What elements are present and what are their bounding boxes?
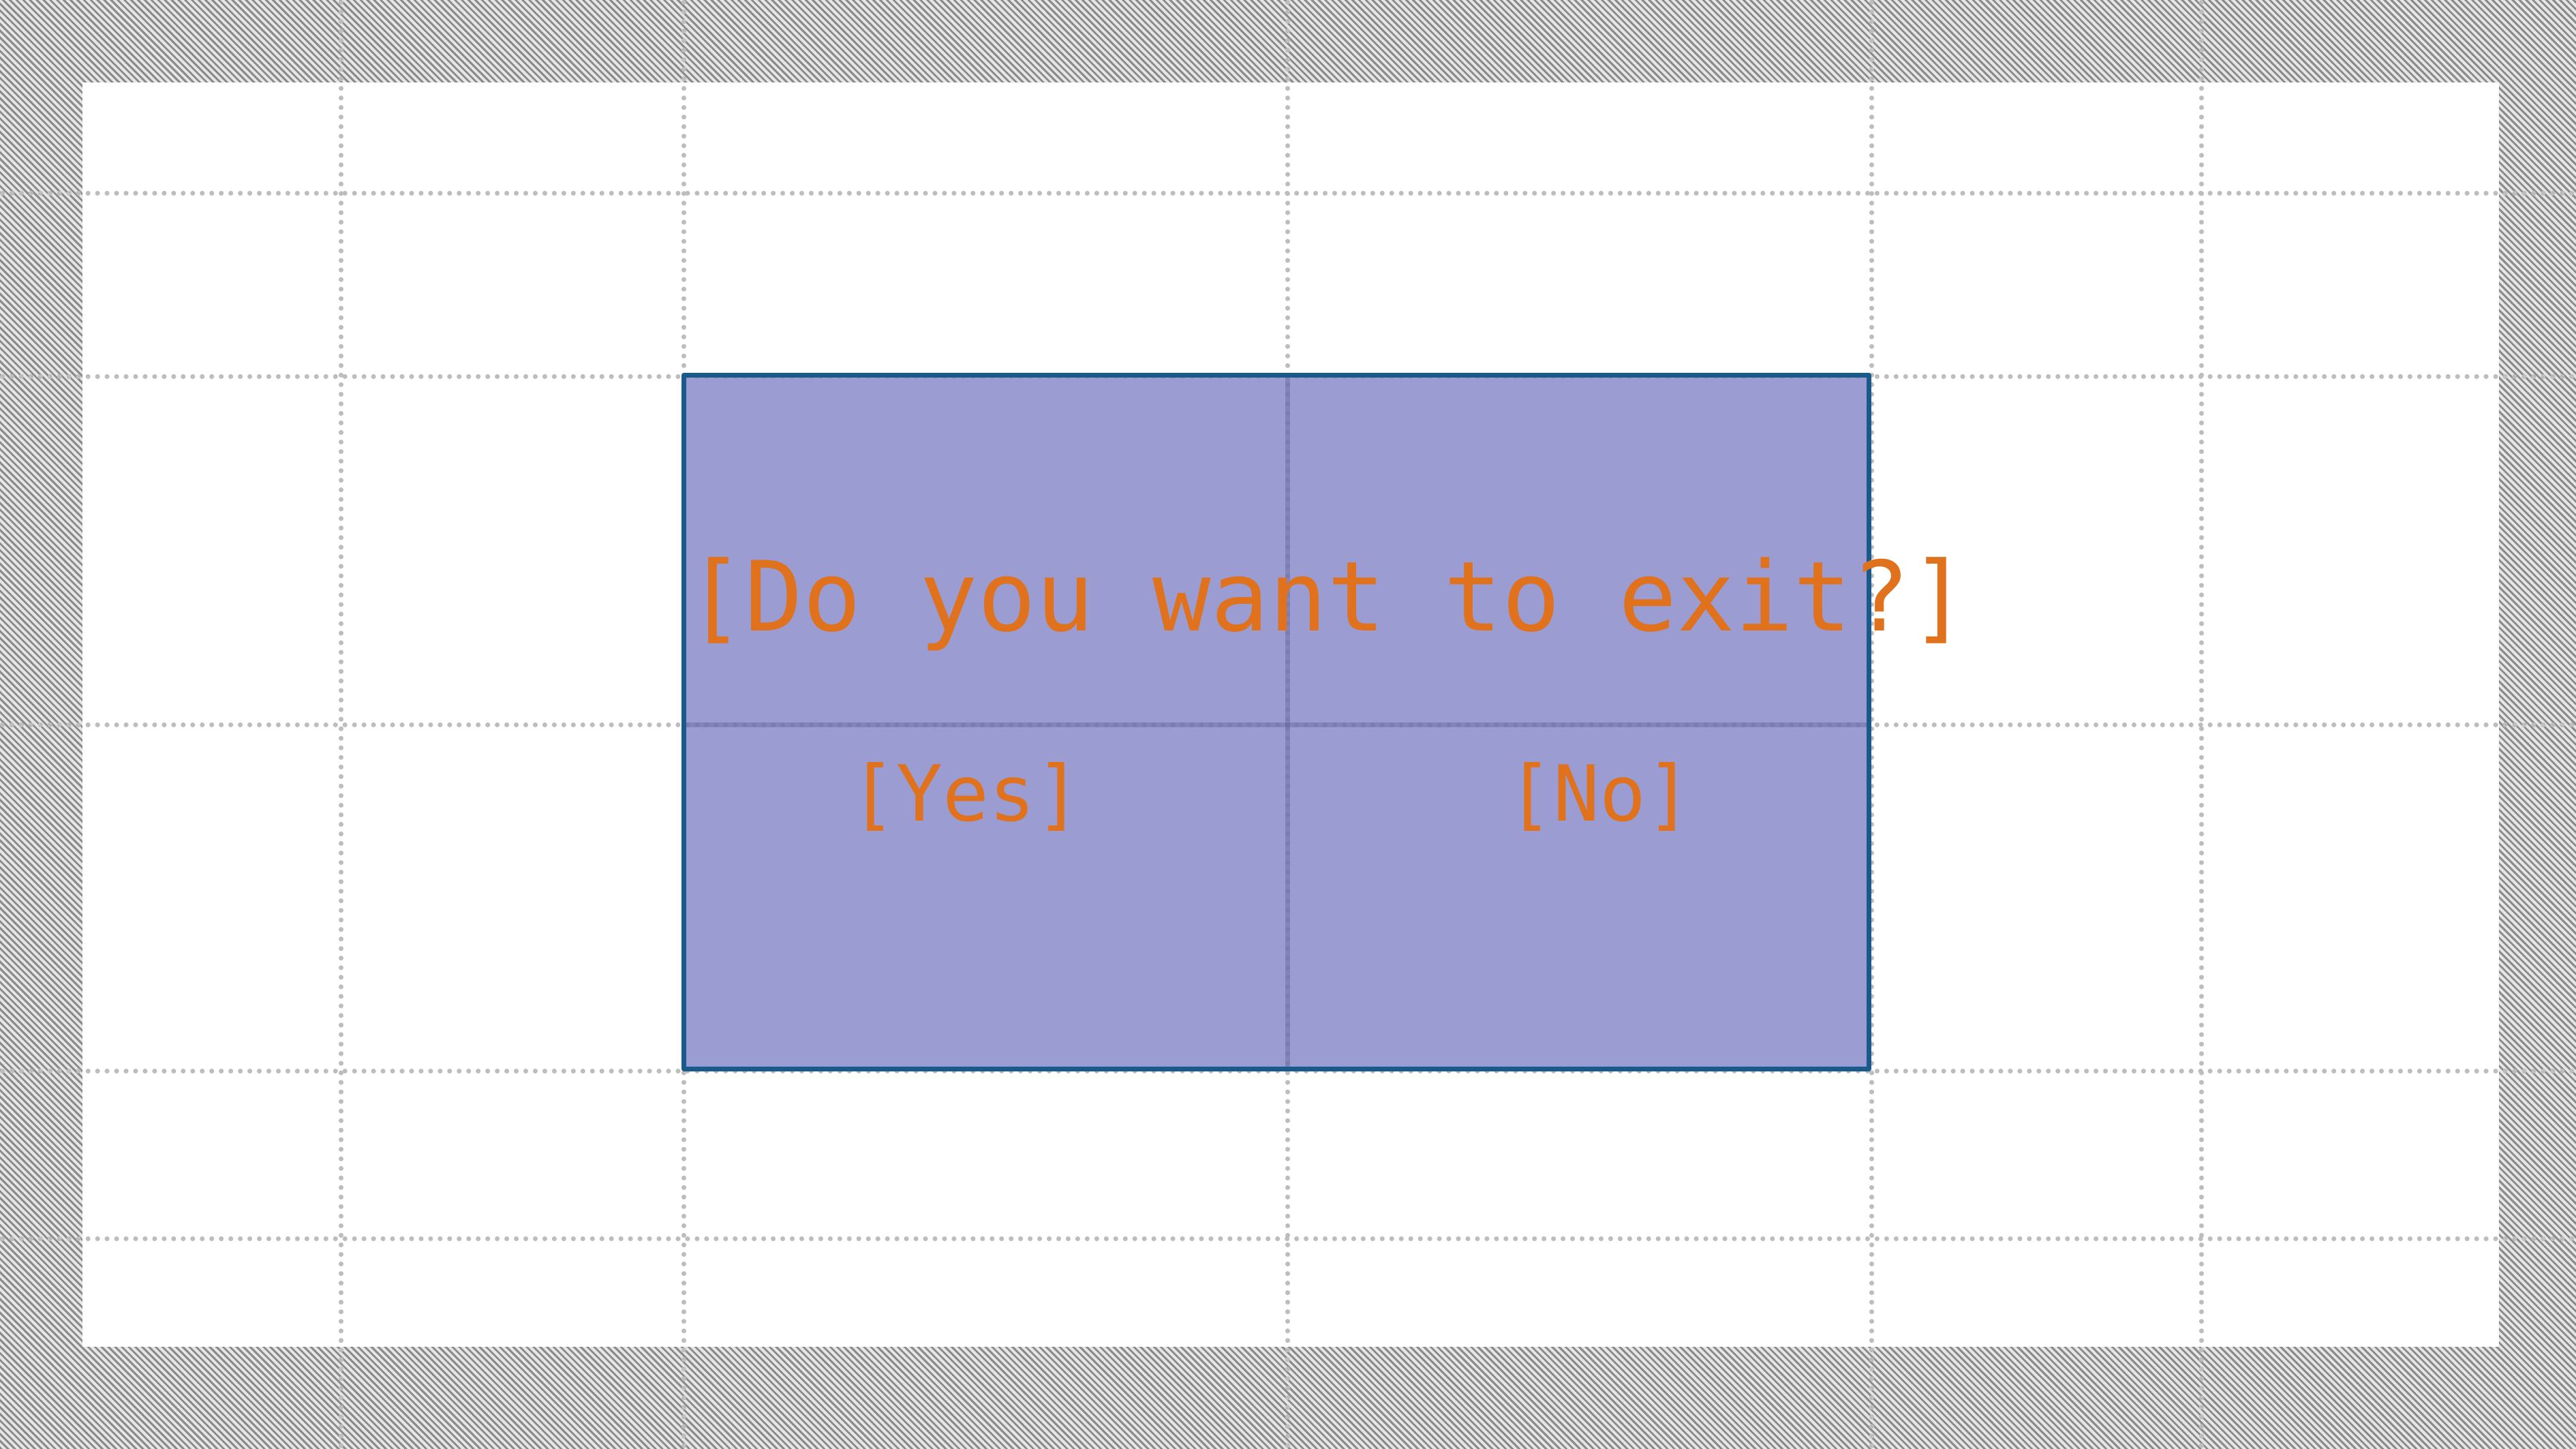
screen: { "dialog": { "message": "[Do you want t…: [0, 0, 2576, 1449]
dialog-message: [Do you want to exit?]: [686, 541, 1968, 654]
exit-dialog: [Do you want to exit?] [Yes] [No]: [681, 373, 1968, 1071]
no-button[interactable]: [No]: [1286, 718, 1913, 868]
yes-button[interactable]: [Yes]: [686, 718, 1245, 868]
